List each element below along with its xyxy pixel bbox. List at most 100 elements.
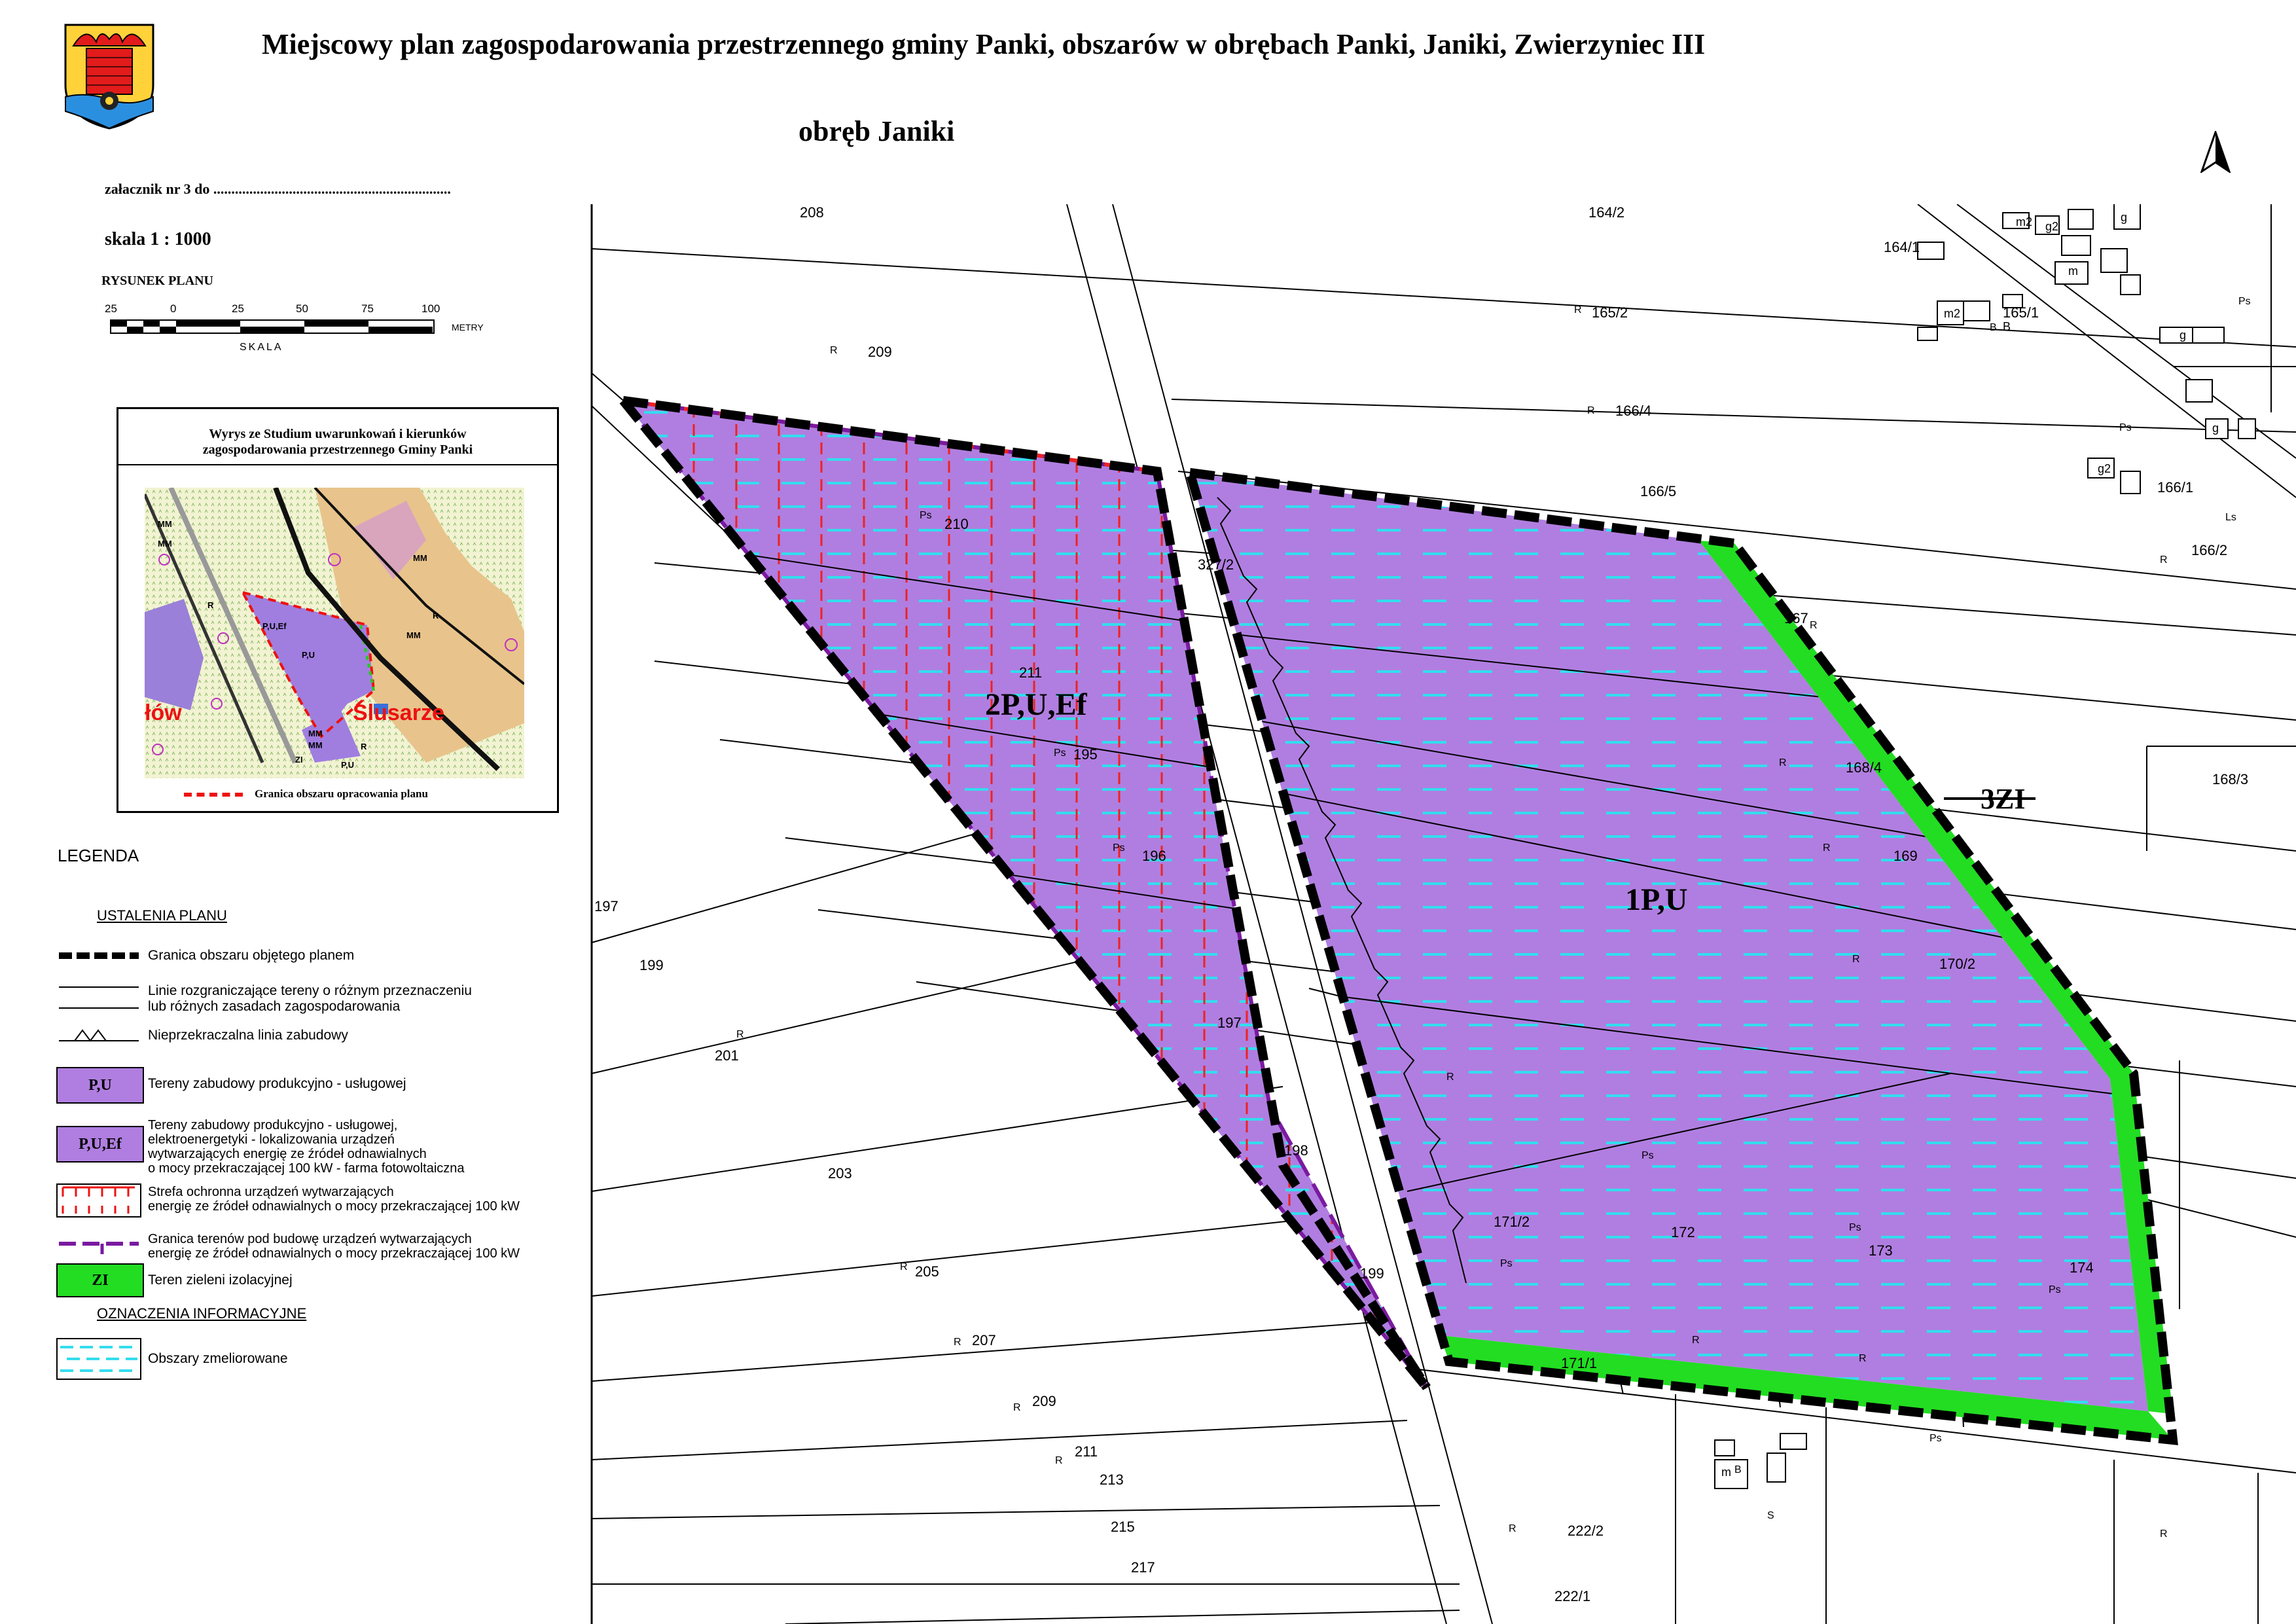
parcel-number: 327/2 [1198, 556, 1234, 573]
inset-label: MM [406, 630, 421, 640]
inset-label: P,U [302, 650, 315, 660]
parcel-number: 170/2 [1939, 956, 1975, 972]
land-code: R [900, 1261, 908, 1272]
legend-protection-zone: Strefa ochronna urządzeń wytwarzających … [148, 1185, 520, 1214]
inset-divider [118, 464, 557, 465]
parcel-number: 174 [2070, 1259, 2094, 1276]
land-code: R [2160, 1528, 2168, 1540]
legend-text: elektroenergetyki - lokalizowania urządz… [148, 1132, 395, 1147]
plan-map: m2 g2 g m m2 B g g g2 m 208 164/2 209 16… [589, 204, 2296, 1624]
scale-units: METRY [452, 322, 484, 333]
land-code: Ls [2225, 512, 2236, 523]
legend-ef-border: Granica terenów pod budowę urządzeń wytw… [148, 1232, 520, 1261]
ef-border-symbol [59, 1242, 139, 1254]
building-label: m2 [1944, 307, 1960, 320]
scale-tick: 75 [361, 302, 374, 315]
land-code: Ps [1113, 842, 1125, 854]
parcel-number: 166/1 [2157, 479, 2193, 496]
land-code: R [1587, 405, 1595, 416]
parcel-number: 171/1 [1561, 1355, 1597, 1371]
parcel-number: 196 [1142, 848, 1166, 864]
inset-label: R [361, 742, 367, 751]
legend-text: Tereny zabudowy produkcyjno - usługowej, [148, 1118, 398, 1132]
parcel-number: 166/5 [1640, 483, 1676, 499]
scale-tick: 25 [105, 302, 117, 315]
building-label: g [2212, 422, 2219, 435]
parcel-number: 166/4 [1615, 403, 1651, 419]
land-code: Ps [1641, 1150, 1654, 1161]
parcel-number: 211 [1019, 664, 1042, 681]
boundary-swatch [184, 793, 243, 797]
study-excerpt-inset: Wyrys ze Studium uwarunkowań i kierunków… [117, 407, 559, 813]
inset-label: MM [413, 553, 427, 563]
inset-label: MM [308, 740, 323, 750]
building-label: g2 [2045, 220, 2058, 233]
parcel-number: 197 [1217, 1015, 1242, 1031]
pu-symbol: P,U [56, 1067, 144, 1104]
parcel-number: 197 [594, 898, 619, 914]
parcel-number: 169 [1893, 848, 1918, 864]
inset-place-name: Ślusarze [353, 700, 444, 725]
scale-word: SKALA [240, 342, 283, 353]
legend-section-info: OZNACZENIA INFORMACYJNE [97, 1305, 307, 1322]
scale-tick: 100 [422, 302, 440, 315]
land-code: R [1859, 1353, 1867, 1364]
parcel-number: 203 [828, 1165, 852, 1182]
parcel-number: 164/2 [1588, 204, 1624, 221]
land-code: R [1692, 1335, 1700, 1346]
land-code: Ps [1500, 1258, 1513, 1269]
legend-text: wytwarzających energię ze źródeł odnawia… [148, 1147, 427, 1161]
parcel-number: 198 [1284, 1142, 1308, 1159]
legend-zi: Teren zieleni izolacyjnej [148, 1272, 293, 1288]
parcel-number: 166/2 [2191, 542, 2227, 558]
legend-pu: Tereny zabudowy produkcyjno - usługowej [148, 1076, 406, 1091]
scale-text: skala 1 : 1000 [105, 229, 211, 249]
land-code: Ps [2049, 1284, 2061, 1295]
land-code: Ps [920, 510, 932, 521]
land-code: Ps [2238, 296, 2251, 307]
land-code: S [1767, 1510, 1774, 1521]
parcel-number: 213 [1100, 1471, 1124, 1488]
land-code: Ps [1054, 748, 1066, 759]
parcel-number: 171/2 [1494, 1214, 1530, 1230]
legend-text: Granica terenów pod budowę urządzeń wytw… [148, 1232, 472, 1246]
parcel-number: 222/1 [1554, 1588, 1590, 1604]
parcel-number: 209 [868, 344, 892, 360]
scale-tick: 25 [232, 302, 244, 315]
inset-place-name: łów [145, 700, 182, 725]
legend-text: lub różnych zasadach zagospodarowania [148, 999, 401, 1014]
land-code: Ps [1849, 1222, 1861, 1233]
land-code: R [1574, 304, 1582, 316]
land-code: B [1734, 1464, 1742, 1475]
parcel-number: 208 [800, 204, 824, 221]
annex-line: załacznik nr 3 do ......................… [105, 181, 451, 197]
parcel-number: 164/1 [1884, 239, 1920, 255]
land-code: R [736, 1029, 744, 1040]
land-code: Ps [1929, 1433, 1942, 1444]
legend-boundary: Granica obszaru objętego planem [148, 948, 355, 963]
parcel-number: 211 [1075, 1443, 1098, 1460]
land-code: R [1446, 1072, 1454, 1083]
inset-label: R [207, 600, 214, 610]
inset-label: MM [158, 519, 172, 529]
building-label: m [1721, 1466, 1731, 1479]
building-label: g2 [2098, 462, 2111, 475]
legend-drained: Obszary zmeliorowane [148, 1351, 288, 1366]
legend-puef: Tereny zabudowy produkcyjno - usługowej,… [148, 1118, 465, 1176]
land-code: R [1823, 842, 1831, 854]
legend-section-plan: USTALENIA PLANU [97, 907, 227, 924]
land-code: R [1055, 1455, 1063, 1466]
scale-tick: 50 [296, 302, 308, 315]
parcel-number: 173 [1869, 1242, 1893, 1259]
parcel-number: 199 [1360, 1265, 1384, 1282]
building-label: m [2068, 264, 2078, 278]
parcel-number: 168/3 [2212, 771, 2248, 787]
plan-subtitle: obręb Janiki [798, 115, 955, 147]
legend-text: Strefa ochronna urządzeń wytwarzających [148, 1185, 394, 1199]
plan-title: Miejscowy plan zagospodarowania przestrz… [262, 28, 1706, 60]
building-label: m2 [2016, 215, 2032, 228]
drawing-label: RYSUNEK PLANU [101, 274, 213, 288]
boundary-symbol [59, 952, 139, 959]
puef-symbol: P,U,Ef [56, 1126, 144, 1163]
inset-label: P,U [341, 760, 354, 770]
